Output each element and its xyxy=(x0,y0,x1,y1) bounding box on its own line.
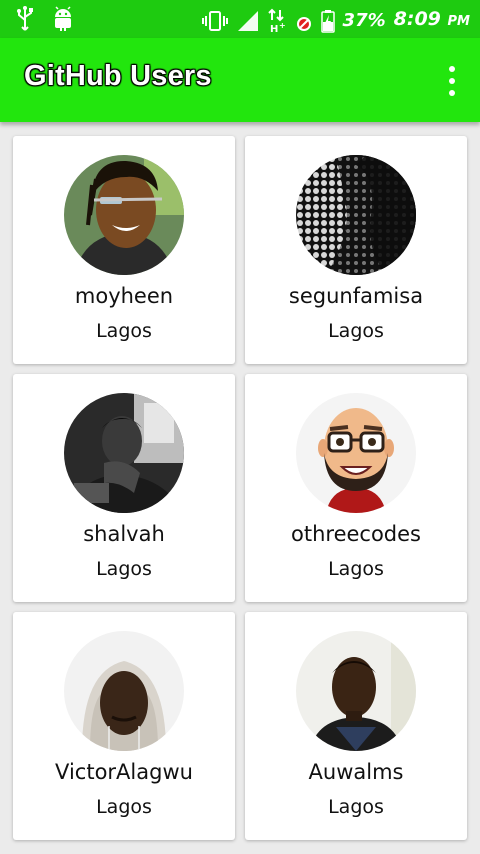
user-card[interactable]: VictorAlagwu Lagos xyxy=(13,612,235,840)
app-bar: GitHub Users xyxy=(0,38,480,122)
user-card[interactable]: shalvah Lagos xyxy=(13,374,235,602)
user-card[interactable]: segunfamisa Lagos xyxy=(245,136,467,364)
clock: 8:09 PM xyxy=(393,8,470,30)
username: VictorAlagwu xyxy=(55,760,193,784)
usb-icon xyxy=(17,6,33,31)
user-card[interactable]: Auwalms Lagos xyxy=(245,612,467,840)
location: Lagos xyxy=(328,796,384,818)
vibrate-icon xyxy=(201,10,228,31)
menu-dot xyxy=(449,66,455,72)
location: Lagos xyxy=(96,320,152,342)
username: Auwalms xyxy=(308,760,404,784)
page-title: GitHub Users xyxy=(24,60,212,92)
location: Lagos xyxy=(328,558,384,580)
location: Lagos xyxy=(328,320,384,342)
data-arrows-icon: H + xyxy=(267,8,286,34)
user-card[interactable]: othreecodes Lagos xyxy=(245,374,467,602)
status-bar-left xyxy=(16,6,74,32)
menu-dot xyxy=(449,78,455,84)
avatar xyxy=(296,155,416,275)
avatar xyxy=(64,631,184,751)
avatar xyxy=(296,631,416,751)
avatar xyxy=(64,393,184,513)
signal-icon xyxy=(237,10,258,31)
svg-text:H: H xyxy=(270,24,278,34)
avatar xyxy=(64,155,184,275)
username: segunfamisa xyxy=(288,284,424,308)
username: shalvah xyxy=(83,522,165,546)
battery-percent: 37% xyxy=(342,9,386,31)
android-icon xyxy=(55,6,71,31)
blocked-icon xyxy=(296,16,311,31)
battery-icon xyxy=(320,9,335,33)
username: moyheen xyxy=(74,284,174,308)
username: othreecodes xyxy=(291,522,421,546)
overflow-menu-icon[interactable] xyxy=(444,66,460,96)
status-bar: H + 37% 8:09 PM xyxy=(0,0,480,38)
user-grid: moyheen Lagos segunfamisa Lagos shalvah … xyxy=(13,136,467,840)
status-bar-right: H + 37% 8:09 PM xyxy=(201,6,470,35)
location: Lagos xyxy=(96,796,152,818)
svg-text:+: + xyxy=(279,21,286,30)
user-card[interactable]: moyheen Lagos xyxy=(13,136,235,364)
location: Lagos xyxy=(96,558,152,580)
avatar xyxy=(296,393,416,513)
menu-dot xyxy=(449,90,455,96)
